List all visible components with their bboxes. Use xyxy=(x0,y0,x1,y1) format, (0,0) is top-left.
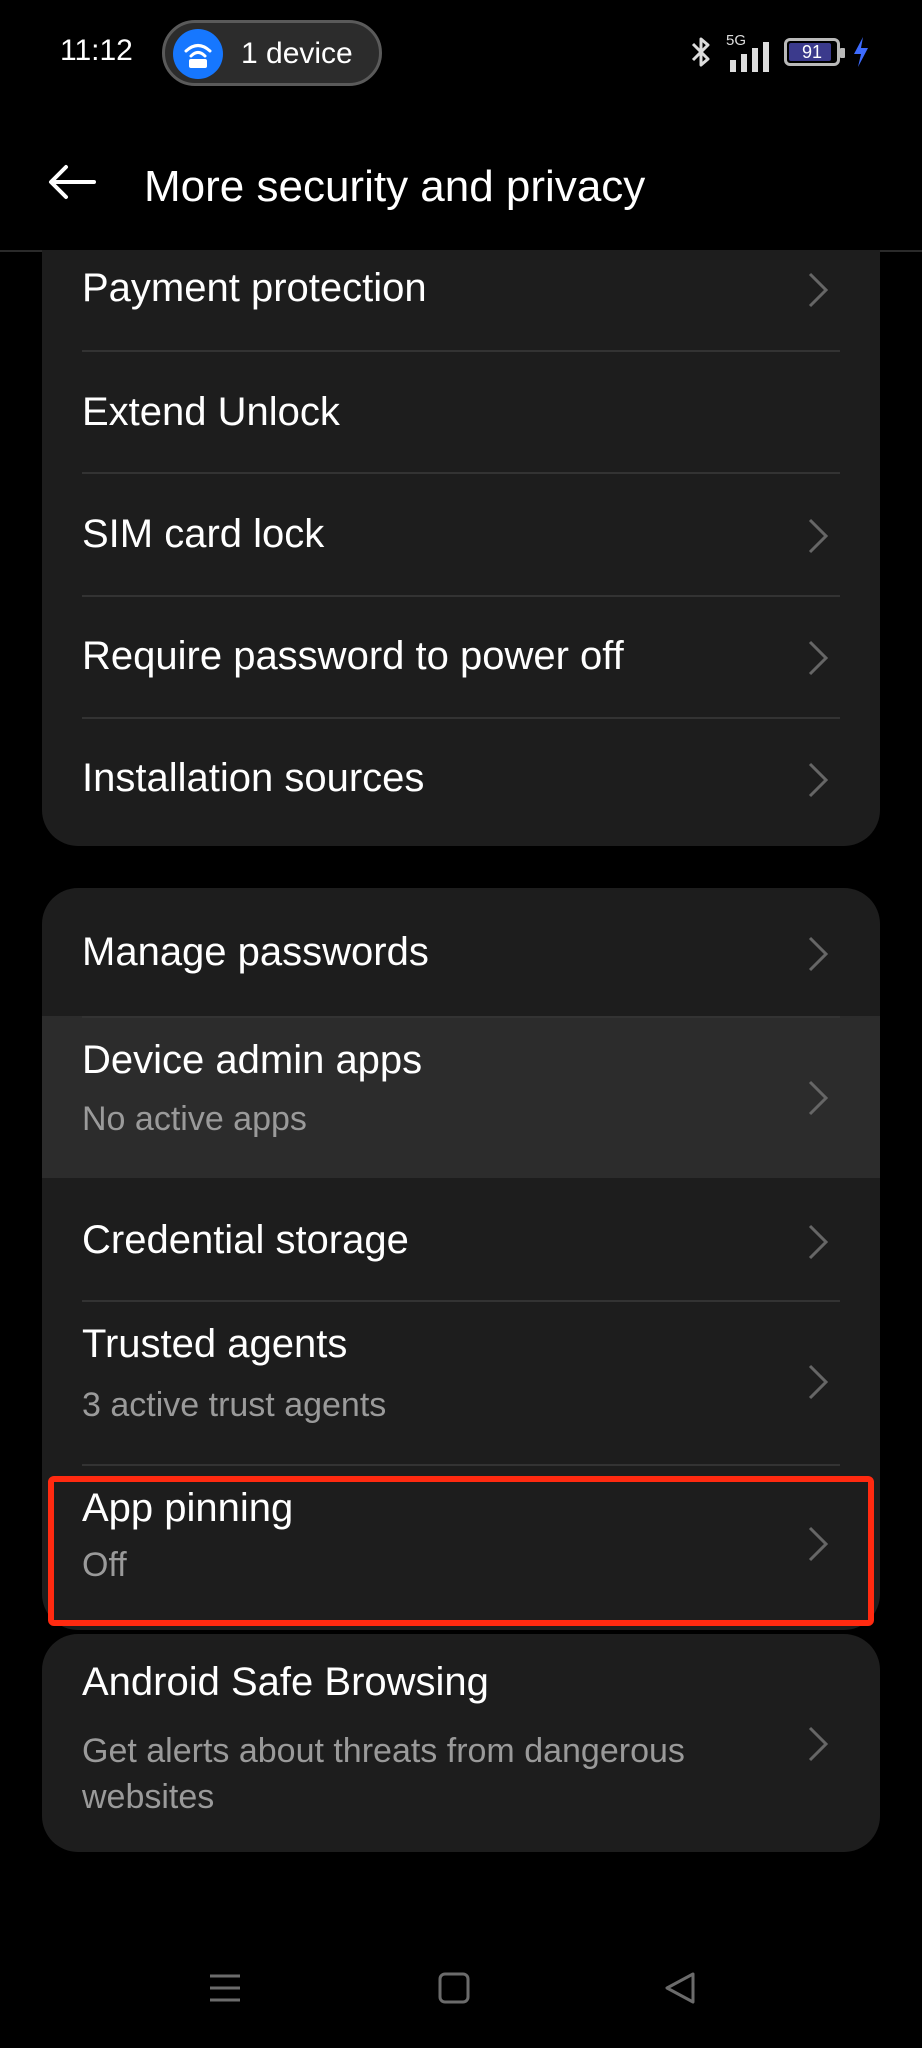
signal-icon xyxy=(730,42,769,72)
sim-card-lock-row[interactable]: SIM card lock xyxy=(42,474,880,596)
back-button[interactable] xyxy=(36,146,108,218)
chevron-right-icon xyxy=(808,1726,829,1762)
chevron-right-icon xyxy=(808,1080,829,1116)
battery-icon: 91 xyxy=(784,38,845,66)
require-password-power-off-row[interactable]: Require password to power off xyxy=(42,596,880,718)
device-admin-apps-row[interactable]: Device admin apps No active apps xyxy=(42,1016,880,1178)
row-title: Installation sources xyxy=(82,756,425,800)
arrow-left-icon xyxy=(49,165,96,199)
home-button[interactable] xyxy=(422,1956,486,2020)
back-triangle-icon xyxy=(665,1972,695,2004)
chevron-right-icon xyxy=(808,762,829,798)
hotspot-icon xyxy=(173,29,223,79)
settings-group-3: Android Safe Browsing Get alerts about t… xyxy=(42,1634,880,1852)
battery-level: 91 xyxy=(801,41,823,62)
status-time: 11:12 xyxy=(60,34,133,67)
installation-sources-row[interactable]: Installation sources xyxy=(42,718,880,846)
row-title: Credential storage xyxy=(82,1218,409,1262)
row-title: Extend Unlock xyxy=(82,390,340,434)
chevron-right-icon xyxy=(808,518,829,554)
row-title: SIM card lock xyxy=(82,512,325,556)
menu-icon xyxy=(210,1974,240,2002)
row-subtitle: 3 active trust agents xyxy=(82,1386,387,1424)
credential-storage-row[interactable]: Credential storage xyxy=(42,1178,880,1300)
chevron-right-icon xyxy=(808,272,829,308)
charging-icon xyxy=(854,37,868,67)
recents-button[interactable] xyxy=(193,1956,257,2020)
row-title: Manage passwords xyxy=(82,930,429,974)
chevron-right-icon xyxy=(808,936,829,972)
chevron-right-icon xyxy=(808,640,829,676)
android-safe-browsing-row[interactable]: Android Safe Browsing Get alerts about t… xyxy=(42,1634,880,1852)
status-icons: 5G 91 xyxy=(688,30,870,74)
network-type-label: 5G xyxy=(726,32,772,72)
status-bar: 11:12 1 device 5G 91 xyxy=(0,0,922,110)
hotspot-label: 1 device xyxy=(241,37,353,70)
row-subtitle-line2: websites xyxy=(82,1778,215,1816)
row-title: Android Safe Browsing xyxy=(82,1660,489,1704)
settings-group-1: Payment protection Extend Unlock SIM car… xyxy=(42,250,880,846)
home-square-icon xyxy=(438,1972,470,2004)
row-subtitle: Get alerts about threats from dangerous xyxy=(82,1732,685,1770)
row-title: Require password to power off xyxy=(82,634,624,678)
chevron-right-icon xyxy=(808,1364,829,1400)
back-nav-button[interactable] xyxy=(648,1956,712,2020)
row-title: Device admin apps xyxy=(82,1038,423,1082)
page-title: More security and privacy xyxy=(144,162,646,211)
chevron-right-icon xyxy=(808,1224,829,1260)
payment-protection-row[interactable]: Payment protection xyxy=(42,250,880,352)
extend-unlock-row[interactable]: Extend Unlock xyxy=(42,352,880,474)
bluetooth-icon xyxy=(691,37,710,67)
row-subtitle: No active apps xyxy=(82,1100,307,1138)
row-title: Trusted agents xyxy=(82,1322,348,1366)
highlight-annotation-box xyxy=(48,1476,874,1626)
hotspot-pill[interactable]: 1 device xyxy=(162,20,382,86)
manage-passwords-row[interactable]: Manage passwords xyxy=(42,888,880,1016)
trusted-agents-row[interactable]: Trusted agents 3 active trust agents xyxy=(42,1302,880,1464)
navigation-bar xyxy=(0,1940,922,2048)
divider xyxy=(82,1016,840,1018)
row-title: Payment protection xyxy=(82,266,427,310)
app-bar: More security and privacy xyxy=(0,110,922,252)
